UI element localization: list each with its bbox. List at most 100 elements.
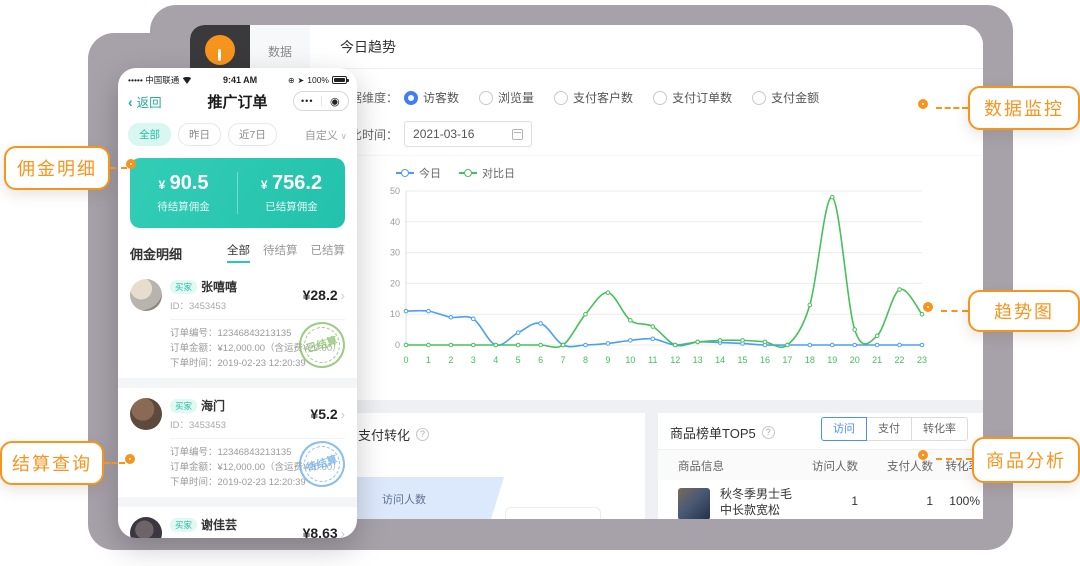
- signal-dots: •••••: [128, 75, 143, 85]
- list-gap: [118, 497, 357, 507]
- order-list-item[interactable]: 买家 谢佳芸 ID：3453453 ¥8.63 › 订单编号：123468432…: [118, 507, 357, 538]
- chart-legend: 今日 对比日: [396, 165, 515, 181]
- tab-rate[interactable]: 转化率: [911, 417, 968, 441]
- radio-pay-amount[interactable]: 支付金额: [752, 89, 819, 106]
- legend-marker-today: [396, 172, 414, 174]
- top5-table-header: 商品信息 访问人数 支付人数 转化率: [658, 450, 983, 480]
- avatar: [130, 517, 162, 538]
- svg-text:12: 12: [670, 355, 680, 365]
- chip-7days[interactable]: 近7日: [228, 123, 277, 146]
- help-icon[interactable]: [762, 426, 775, 439]
- page-title: 今日趋势: [340, 25, 396, 69]
- divider: [170, 319, 345, 320]
- callout-marker: [126, 159, 136, 169]
- chip-all[interactable]: 全部: [128, 123, 171, 146]
- help-icon[interactable]: [416, 428, 429, 441]
- funnel-panel-title: 支付转化: [358, 425, 429, 444]
- page: 数据 今日趋势 数据维度： 访客数 浏览量 支付客户数 支付订单数 支付金额 对…: [0, 0, 1080, 566]
- buyer-id: ID：3453453: [170, 298, 237, 312]
- list-title: 佣金明细: [130, 244, 182, 263]
- commission-amount: ¥5.2: [310, 406, 337, 422]
- order-list-item[interactable]: 买家 张嘻嘻 ID：3453453 ¥28.2 › 订单编号：123468432…: [118, 269, 357, 378]
- wifi-icon: [182, 77, 192, 84]
- list-gap: [118, 378, 357, 388]
- svg-text:20: 20: [390, 278, 400, 288]
- svg-text:3: 3: [471, 355, 476, 365]
- tab-pays[interactable]: 支付: [866, 417, 912, 441]
- radio-icon: [479, 91, 493, 105]
- funnel-stage-label: 访问人数: [382, 491, 426, 507]
- product-name: 秋冬季男士毛 中长款宽松: [720, 486, 792, 518]
- order-list-item[interactable]: 买家 海门 ID：3453453 ¥5.2 › 订单编号：12346843213…: [118, 388, 357, 497]
- more-menu-icon[interactable]: •••: [294, 96, 322, 106]
- svg-text:50: 50: [390, 186, 400, 196]
- compare-date-input[interactable]: 2021-03-16: [404, 121, 532, 147]
- svg-text:19: 19: [827, 355, 837, 365]
- svg-text:16: 16: [760, 355, 770, 365]
- legend-item-compare[interactable]: 对比日: [459, 165, 515, 181]
- buyer-badge: 买家: [170, 280, 197, 294]
- svg-text:0: 0: [403, 355, 408, 365]
- tab-settled[interactable]: 已结算: [311, 242, 346, 263]
- tab-visits[interactable]: 访问: [821, 417, 867, 441]
- tab-all[interactable]: 全部: [227, 242, 250, 263]
- svg-text:10: 10: [625, 355, 635, 365]
- svg-text:13: 13: [693, 355, 703, 365]
- callout-marker: [125, 454, 135, 464]
- commission-list-header: 佣金明细 全部 待结算 已结算: [130, 242, 345, 263]
- dashboard-main: 今日趋势 数据维度： 访客数 浏览量 支付客户数 支付订单数 支付金额 对比时间…: [310, 25, 983, 519]
- close-circle-icon[interactable]: [322, 92, 349, 110]
- radio-visitors[interactable]: 访客数: [404, 89, 459, 106]
- custom-range-dropdown[interactable]: 自定义: [305, 127, 347, 143]
- radio-pageviews[interactable]: 浏览量: [479, 89, 534, 106]
- radio-pay-orders[interactable]: 支付订单数: [653, 89, 732, 106]
- callout-trend-chart: 趋势图: [968, 290, 1080, 332]
- svg-text:18: 18: [805, 355, 815, 365]
- top5-table-row[interactable]: 秋冬季男士毛 中长款宽松 1 1 100%: [658, 480, 983, 519]
- buyer-badge: 买家: [170, 399, 197, 413]
- legend-marker-compare: [459, 172, 477, 174]
- chip-yesterday[interactable]: 昨日: [178, 123, 221, 146]
- buyer-name: 海门: [201, 397, 225, 414]
- chevron-right-icon: ›: [341, 288, 345, 303]
- svg-text:23: 23: [917, 355, 927, 365]
- callout-marker: [923, 302, 933, 312]
- sidebar-item-data[interactable]: 数据: [250, 43, 310, 60]
- svg-text:14: 14: [715, 355, 725, 365]
- order-top-row: 买家 张嘻嘻 ID：3453453 ¥28.2 ›: [130, 278, 345, 312]
- back-button[interactable]: 返回: [128, 92, 162, 111]
- pending-commission: ¥ 90.5 待结算佣金: [130, 172, 237, 214]
- svg-text:15: 15: [738, 355, 748, 365]
- dashboard-header: 今日趋势: [310, 25, 983, 69]
- radio-pay-customers[interactable]: 支付客户数: [554, 89, 633, 106]
- avatar: [130, 398, 162, 430]
- svg-text:17: 17: [782, 355, 792, 365]
- commission-summary-card: ¥ 90.5 待结算佣金 ¥ 756.2 已结算佣金: [130, 158, 345, 228]
- svg-text:10: 10: [390, 309, 400, 319]
- radio-icon: [752, 91, 766, 105]
- divider: [310, 155, 983, 156]
- divider: [170, 438, 345, 439]
- svg-text:1: 1: [426, 355, 431, 365]
- callout-connector: [110, 167, 127, 169]
- svg-text:7: 7: [561, 355, 566, 365]
- phone-nav-bar: 返回 推广订单 •••: [118, 86, 357, 116]
- legend-item-today[interactable]: 今日: [396, 165, 441, 181]
- buyer-badge: 买家: [170, 518, 197, 532]
- calendar-icon: [512, 129, 523, 140]
- callout-marker: [918, 99, 928, 109]
- callout-marker: [918, 450, 928, 460]
- miniprogram-capsule: •••: [293, 91, 349, 111]
- order-top-row: 买家 海门 ID：3453453 ¥5.2 ›: [130, 397, 345, 431]
- svg-text:30: 30: [390, 248, 400, 258]
- svg-text:6: 6: [538, 355, 543, 365]
- buyer-id: ID：3453453: [170, 536, 237, 538]
- radio-icon: [653, 91, 667, 105]
- app-logo-icon: [205, 35, 235, 65]
- svg-text:4: 4: [493, 355, 498, 365]
- tab-pending[interactable]: 待结算: [263, 242, 298, 263]
- buyer-name: 张嘻嘻: [201, 278, 237, 295]
- svg-text:22: 22: [895, 355, 905, 365]
- trend-line-chart: 0102030405001234567891011121314151617181…: [376, 183, 936, 371]
- callout-connector: [936, 107, 968, 109]
